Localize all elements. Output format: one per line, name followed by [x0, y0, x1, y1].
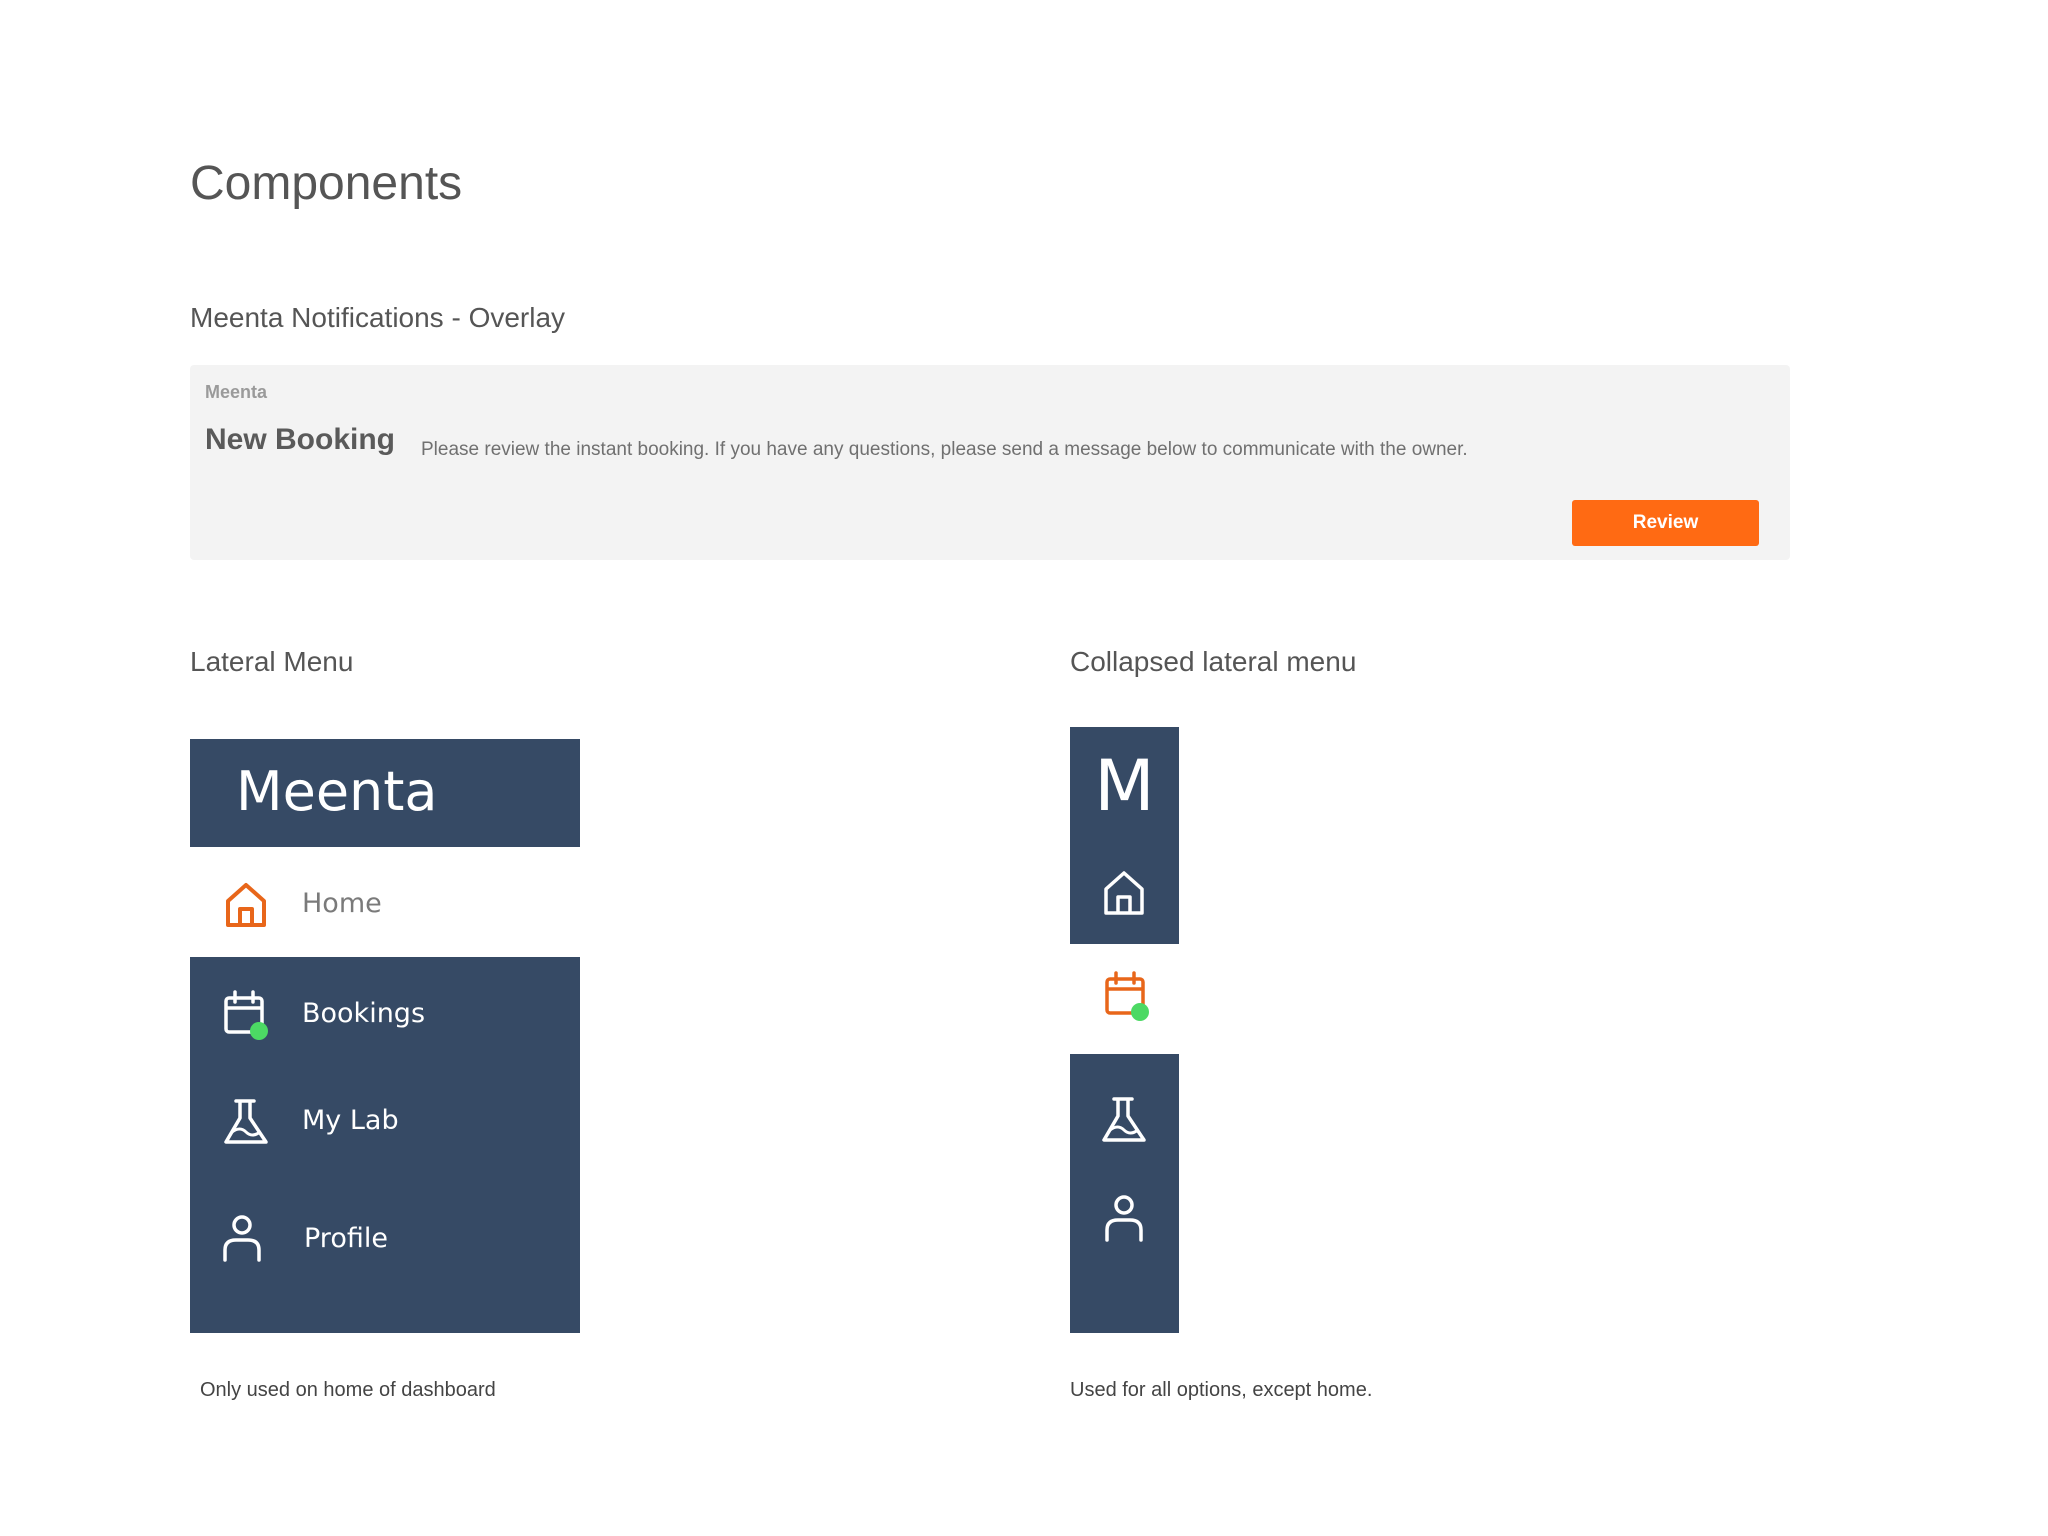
- notification-badge: [1131, 1003, 1149, 1021]
- lateral-menu-item-home[interactable]: Home: [190, 847, 580, 957]
- lateral-menu-header: Meenta: [190, 739, 580, 847]
- review-button[interactable]: Review: [1572, 500, 1759, 546]
- home-icon: [226, 883, 266, 927]
- notification-badge: [250, 1022, 268, 1040]
- collapsed-menu-caption: Used for all options, except home.: [1070, 1379, 1373, 1401]
- menu-item-label: Bookings: [302, 998, 426, 1029]
- collapsed-menu-title: Collapsed lateral menu: [1070, 646, 1357, 677]
- collapsed-menu-body: [1070, 1054, 1179, 1333]
- brand-logo: Meenta: [236, 760, 438, 823]
- calendar-icon: [224, 990, 268, 1040]
- flask-icon: [224, 1099, 268, 1144]
- collapsed-menu-header: M: [1070, 727, 1179, 944]
- lateral-menu-title: Lateral Menu: [190, 646, 354, 677]
- menu-item-label: My Lab: [302, 1105, 399, 1136]
- page-title: Components: [190, 157, 463, 210]
- lateral-menu-item-bookings[interactable]: Bookings: [190, 977, 580, 1047]
- menu-item-label: Profile: [304, 1223, 388, 1254]
- notification-app-name: Meenta: [205, 382, 268, 402]
- user-icon: [223, 1215, 261, 1262]
- menu-item-label: Home: [302, 888, 382, 919]
- home-icon[interactable]: [1098, 867, 1150, 919]
- notification-message: Please review the instant booking. If yo…: [421, 439, 1468, 460]
- notification-title: New Booking: [205, 423, 396, 456]
- brand-logo-letter: M: [1094, 745, 1155, 827]
- collapsed-menu-item-bookings[interactable]: [1070, 944, 1179, 1054]
- flask-icon[interactable]: [1098, 1094, 1150, 1146]
- notification-overlay: Meenta New Booking Please review the ins…: [190, 365, 1790, 560]
- lateral-menu-item-my-lab[interactable]: My Lab: [190, 1084, 580, 1154]
- notifications-section-title: Meenta Notifications - Overlay: [190, 302, 566, 333]
- calendar-icon: [1105, 971, 1149, 1021]
- lateral-menu-caption: Only used on home of dashboard: [200, 1379, 496, 1401]
- user-icon[interactable]: [1102, 1194, 1154, 1246]
- lateral-menu-item-profile[interactable]: Profile: [190, 1202, 580, 1272]
- lateral-menu-body: Bookings My Lab Profile: [190, 957, 580, 1333]
